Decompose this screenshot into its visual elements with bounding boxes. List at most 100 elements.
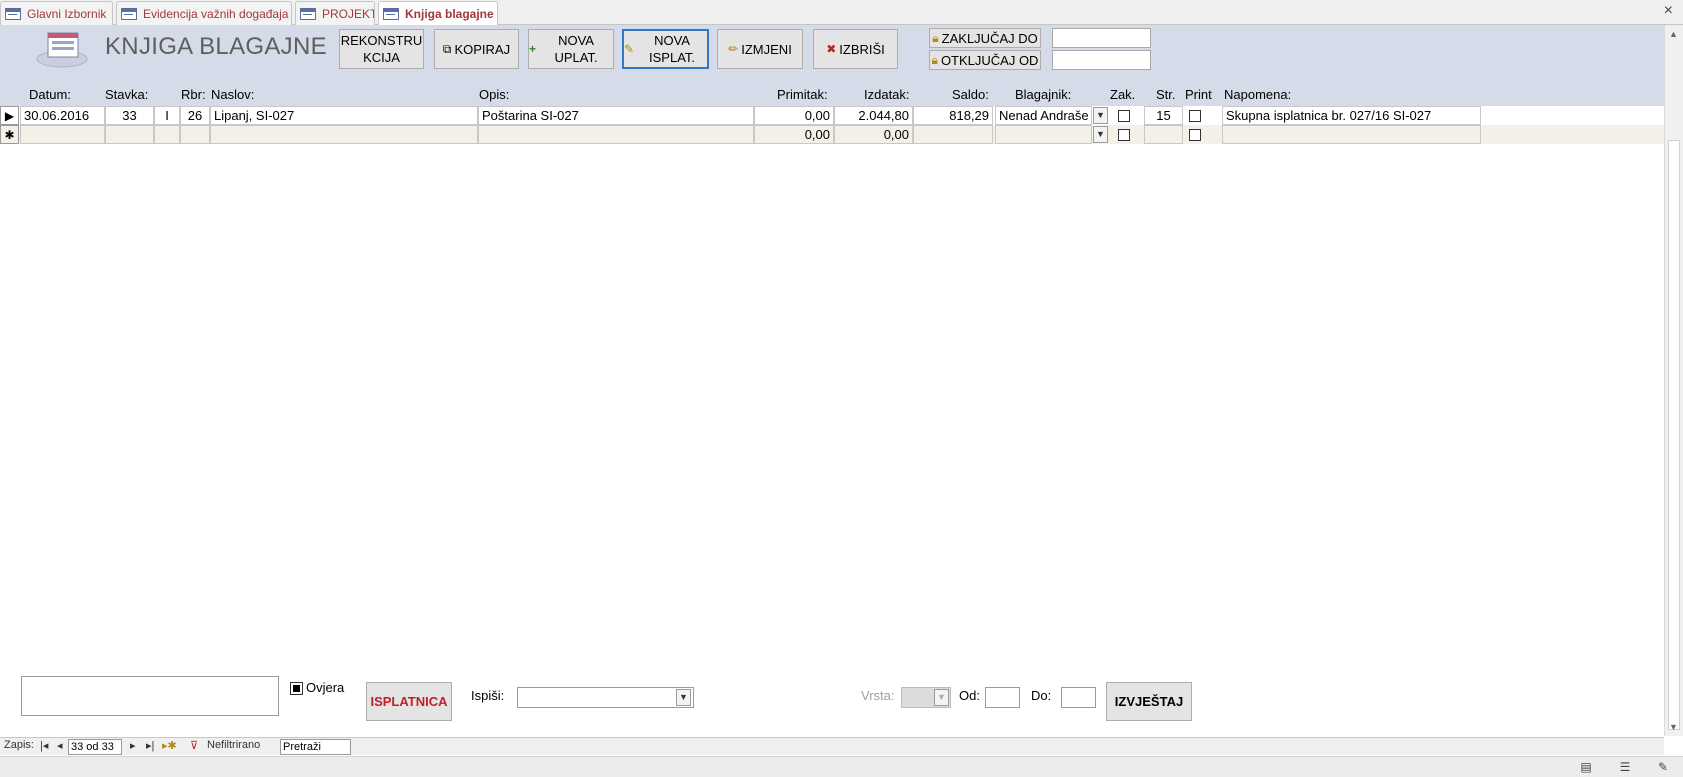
tab-glavni-izbornik[interactable]: Glavni Izbornik xyxy=(0,1,113,25)
cell-naslov[interactable] xyxy=(210,125,478,144)
zapis-label: Zapis: xyxy=(4,739,34,751)
document-tab-bar: Glavni Izbornik Evidencija važnih događa… xyxy=(0,0,1683,26)
cell-tip[interactable] xyxy=(154,125,180,144)
rekonstrukcija-button[interactable]: REKONSTRU KCIJA xyxy=(339,29,424,69)
form-icon xyxy=(5,7,21,20)
chevron-down-icon[interactable]: ▼ xyxy=(676,689,691,706)
otkljucaj-od-button[interactable]: 🔒︎ OTKLJUČAJ OD xyxy=(929,50,1041,70)
zak-checkbox[interactable] xyxy=(1118,110,1130,122)
isplatnica-button[interactable]: ISPLATNICA xyxy=(366,682,452,721)
payout-icon: ✎ xyxy=(624,41,635,56)
col-opis: Opis: xyxy=(479,87,510,102)
new-record-icon[interactable]: ✱ xyxy=(0,125,19,144)
new-record-row[interactable]: ✱ 0,00 0,00 ▼ xyxy=(0,125,1664,144)
design-view-icon[interactable]: ✎ xyxy=(1653,760,1673,775)
cell-rbr[interactable]: 26 xyxy=(180,106,210,125)
cell-datum[interactable]: 30.06.2016 xyxy=(20,106,105,125)
cell-str[interactable]: 15 xyxy=(1144,106,1183,125)
delete-icon: ✖ xyxy=(826,41,837,56)
vertical-scrollbar[interactable]: ▲ ▼ xyxy=(1664,25,1683,736)
datasheet-view-icon[interactable]: ☰ xyxy=(1615,760,1635,775)
first-record-icon[interactable]: |◂ xyxy=(40,739,48,752)
nova-uplata-label: NOVA UPLAT. xyxy=(554,33,598,65)
new-record-icon[interactable]: ▸✱ xyxy=(162,739,177,752)
od-label: Od: xyxy=(959,688,980,703)
tab-projekti[interactable]: PROJEKTI xyxy=(295,1,375,25)
do-input[interactable] xyxy=(1061,687,1096,708)
otkljucaj-date-input[interactable] xyxy=(1052,50,1151,70)
scroll-thumb[interactable] xyxy=(1668,140,1680,730)
previous-record-icon[interactable]: ◂ xyxy=(57,739,63,752)
tab-label: Knjiga blagajne xyxy=(405,7,494,21)
tab-evidencija[interactable]: Evidencija važnih događaja xyxy=(116,1,292,25)
form-header: KNJIGA BLAGAJNE REKONSTRU KCIJA ⧉ KOPIRA… xyxy=(0,25,1664,106)
cell-izdatak[interactable]: 0,00 xyxy=(834,125,913,144)
last-record-icon[interactable]: ▸| xyxy=(146,739,154,752)
col-saldo: Saldo: xyxy=(952,87,989,102)
nova-uplata-button[interactable]: + NOVA UPLAT. xyxy=(528,29,614,69)
col-rbr: Rbr: xyxy=(181,87,206,102)
column-headers: Datum: Stavka: Rbr: Naslov: Opis: Primit… xyxy=(0,87,1664,105)
ovjera-text-box[interactable] xyxy=(21,676,279,716)
cell-blagajnik[interactable] xyxy=(995,125,1092,144)
scroll-up-icon[interactable]: ▲ xyxy=(1669,29,1678,39)
zak-checkbox[interactable] xyxy=(1118,129,1130,141)
close-icon[interactable]: × xyxy=(1664,2,1673,20)
zakljucaj-date-input[interactable] xyxy=(1052,28,1151,48)
cell-blagajnik[interactable]: Nenad Andraše xyxy=(995,106,1092,125)
chevron-down-icon[interactable]: ▼ xyxy=(1093,126,1108,143)
nova-isplata-button[interactable]: ✎ NOVA ISPLAT. xyxy=(622,29,709,69)
cell-saldo[interactable]: 818,29 xyxy=(913,106,993,125)
print-checkbox[interactable] xyxy=(1189,110,1201,122)
scroll-down-icon[interactable]: ▼ xyxy=(1669,722,1678,732)
do-label: Do: xyxy=(1031,688,1052,703)
cell-opis[interactable]: Poštarina SI-027 xyxy=(478,106,754,125)
cell-saldo[interactable] xyxy=(913,125,993,144)
col-str: Str. xyxy=(1156,87,1176,102)
record-selector-icon[interactable]: ▶ xyxy=(0,106,19,125)
cell-opis[interactable] xyxy=(478,125,754,144)
col-napomena: Napomena: xyxy=(1224,87,1292,102)
chevron-down-icon[interactable]: ▼ xyxy=(1093,107,1108,124)
tab-label: Evidencija važnih događaja xyxy=(143,6,289,21)
form-view-icon[interactable]: ▤ xyxy=(1576,760,1596,775)
izvjestaj-button[interactable]: IZVJEŠTAJ xyxy=(1106,682,1192,721)
print-checkbox[interactable] xyxy=(1189,129,1201,141)
next-record-icon[interactable]: ▸ xyxy=(130,739,136,752)
tab-label: PROJEKTI xyxy=(322,6,375,21)
cell-naslov[interactable]: Lipanj, SI-027 xyxy=(210,106,478,125)
cell-rbr[interactable] xyxy=(180,125,210,144)
cell-datum[interactable] xyxy=(20,125,105,144)
filter-icon: ⊽ xyxy=(190,740,199,752)
form-icon xyxy=(383,8,399,20)
cell-primitak[interactable]: 0,00 xyxy=(754,125,834,144)
cell-stavka[interactable]: 33 xyxy=(105,106,154,125)
search-input[interactable]: Pretraži xyxy=(280,739,351,755)
cell-stavka[interactable] xyxy=(105,125,154,144)
copy-icon: ⧉ xyxy=(442,41,452,56)
cell-izdatak[interactable]: 2.044,80 xyxy=(834,106,913,125)
record-position-input[interactable]: 33 od 33 xyxy=(68,739,122,755)
cell-str[interactable] xyxy=(1144,125,1183,144)
chevron-down-icon: ▼ xyxy=(934,689,949,706)
lock-icon: 🔒︎ xyxy=(932,30,939,45)
zakljucaj-do-button[interactable]: 🔒︎ ZAKLJUČAJ DO xyxy=(929,28,1041,48)
filter-status-label[interactable]: Nefiltrirano xyxy=(207,739,260,751)
ovjera-label: Ovjera xyxy=(306,680,345,695)
cell-napomena[interactable]: Skupna isplatnica br. 027/16 SI-027 xyxy=(1222,106,1481,125)
add-icon: + xyxy=(529,41,537,56)
tab-knjiga-blagajne[interactable]: Knjiga blagajne xyxy=(378,1,498,26)
kopiraj-button[interactable]: ⧉ KOPIRAJ xyxy=(434,29,519,69)
pencil-icon: ✏ xyxy=(728,41,739,56)
cell-napomena[interactable] xyxy=(1222,125,1481,144)
ovjera-checkbox[interactable] xyxy=(290,682,303,695)
cell-primitak[interactable]: 0,00 xyxy=(754,106,834,125)
izmjeni-label: IZMJENI xyxy=(741,41,792,57)
od-input[interactable] xyxy=(985,687,1020,708)
cell-tip[interactable]: I xyxy=(154,106,180,125)
izmjeni-button[interactable]: ✏ IZMJENI xyxy=(717,29,803,69)
ispisi-select[interactable] xyxy=(517,687,694,708)
izbrisi-button[interactable]: ✖ IZBRIŠI xyxy=(813,29,898,69)
table-row[interactable]: ▶ 30.06.2016 33 I 26 Lipanj, SI-027 Pošt… xyxy=(0,106,1664,125)
nova-isplata-label: NOVA ISPLAT. xyxy=(649,33,696,65)
